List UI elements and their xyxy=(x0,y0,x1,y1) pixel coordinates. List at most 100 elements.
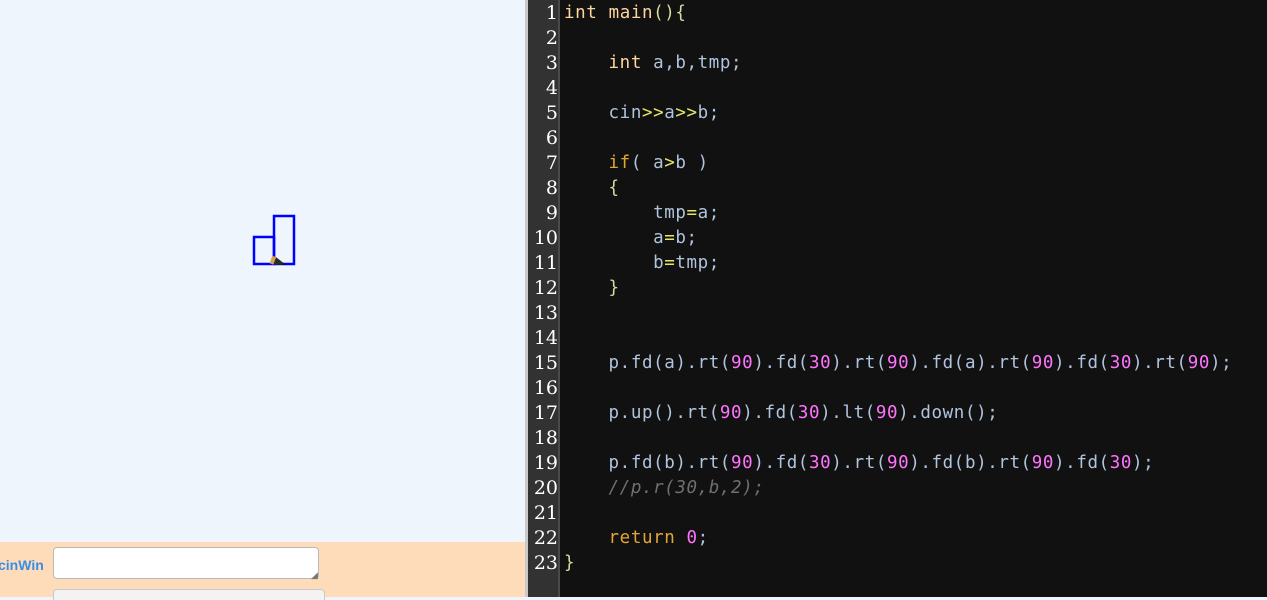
line-number: 11 xyxy=(533,252,558,274)
code-token: ).down(); xyxy=(898,403,999,423)
line-number: 20 xyxy=(533,477,558,499)
code-token: >> xyxy=(641,103,665,123)
code-token: > xyxy=(664,153,676,173)
code-token: ).lt( xyxy=(820,403,876,423)
code-line[interactable]: //p.r(30,b,2); xyxy=(564,476,764,501)
code-token: 90 xyxy=(875,403,899,423)
code-token: 30 xyxy=(797,403,821,423)
code-token: b; xyxy=(675,228,698,248)
code-line[interactable]: if( a>b ) xyxy=(564,151,709,176)
code-line[interactable]: return 0; xyxy=(564,526,709,551)
code-line[interactable]: cin>>a>>b; xyxy=(564,101,720,126)
code-token: 90 xyxy=(731,353,754,373)
code-comment: //p.r(30,b,2); xyxy=(608,478,765,498)
code-token: ).rt( xyxy=(831,353,887,373)
code-token: 90 xyxy=(886,353,910,373)
code-token: ).fd( xyxy=(1054,353,1110,373)
code-token: 90 xyxy=(1031,353,1055,373)
line-number: 2 xyxy=(545,27,558,49)
code-token: int xyxy=(564,3,598,23)
code-token: 30 xyxy=(1109,353,1133,373)
gutter-border xyxy=(558,0,560,597)
code-token: 30 xyxy=(1109,453,1133,473)
code-token: a xyxy=(564,228,665,248)
code-line[interactable]: int main(){ xyxy=(564,1,687,26)
code-token: 30 xyxy=(809,353,832,373)
cin-label: cinWin xyxy=(0,557,44,573)
code-token: 90 xyxy=(719,403,743,423)
cin-input[interactable] xyxy=(53,547,319,579)
code-token: 90 xyxy=(1031,453,1055,473)
code-token: = xyxy=(664,228,676,248)
code-line[interactable]: int a,b,tmp; xyxy=(564,51,742,76)
line-number: 9 xyxy=(545,202,558,224)
line-number: 7 xyxy=(545,152,558,174)
code-token: if xyxy=(608,153,631,173)
line-number: 19 xyxy=(533,452,558,474)
code-token: b; xyxy=(697,103,720,123)
line-number: 18 xyxy=(533,427,558,449)
line-number: 8 xyxy=(545,177,558,199)
code-token: 0 xyxy=(686,528,698,548)
code-token: 90 xyxy=(1187,353,1210,373)
line-number: 22 xyxy=(533,527,558,549)
tall-bar-outline xyxy=(272,214,296,266)
code-line[interactable]: p.up().rt(90).fd(30).lt(90).down(); xyxy=(564,401,998,426)
code-line[interactable]: p.fd(b).rt(90).fd(30).rt(90).fd(b).rt(90… xyxy=(564,451,1154,476)
turtle-drawing xyxy=(252,214,296,266)
line-number: 15 xyxy=(533,352,558,374)
code-token: } xyxy=(608,278,620,298)
line-number: 14 xyxy=(533,327,558,349)
code-token: ); xyxy=(1209,353,1233,373)
code-token: tmp; xyxy=(675,253,720,273)
code-token: ).rt( xyxy=(1132,353,1188,373)
code-token: p.fd(a).rt( xyxy=(564,353,732,373)
line-number: 1 xyxy=(545,2,558,24)
code-editor[interactable]: 1 2 3 4 5 6 7 8 9 10 11 12 13 14 15 16 17 18 19 20 21 22 23 in… xyxy=(528,0,1267,597)
secondary-input[interactable] xyxy=(53,589,325,600)
input-panel: cinWin ◢ xyxy=(0,542,525,600)
code-token: ).rt( xyxy=(831,453,887,473)
pen-icon xyxy=(269,255,286,265)
code-token: a; xyxy=(697,203,720,223)
code-token: tmp xyxy=(564,203,687,223)
code-token: ).fd( xyxy=(753,353,810,373)
code-token: 90 xyxy=(886,453,910,473)
line-number: 13 xyxy=(533,302,558,324)
code-area[interactable]: int main(){ int a,b,tmp; cin>>a>>b; if( … xyxy=(564,0,1267,597)
code-token: ).fd(b).rt( xyxy=(909,453,1032,473)
line-number: 17 xyxy=(533,402,558,424)
code-token: = xyxy=(664,253,676,273)
code-token: main xyxy=(608,3,654,23)
code-token: ; xyxy=(697,528,709,548)
line-number: 23 xyxy=(533,552,558,574)
line-number: 10 xyxy=(533,227,558,249)
code-line[interactable]: } xyxy=(564,276,620,301)
code-token: } xyxy=(564,553,576,573)
line-number: 6 xyxy=(545,127,558,149)
code-line[interactable]: b=tmp; xyxy=(564,251,720,276)
line-number: 12 xyxy=(533,277,558,299)
line-number: 4 xyxy=(545,77,558,99)
code-token: b xyxy=(564,253,665,273)
turtle-canvas xyxy=(0,0,525,542)
code-line[interactable]: { xyxy=(564,176,620,201)
code-line[interactable]: } xyxy=(564,551,575,576)
line-number-gutter: 1 2 3 4 5 6 7 8 9 10 11 12 13 14 15 16 17 18 19 20 21 22 23 xyxy=(528,0,558,597)
code-line[interactable]: a=b; xyxy=(564,226,698,251)
line-number: 3 xyxy=(545,52,558,74)
code-line[interactable]: tmp=a; xyxy=(564,201,720,226)
code-token: >> xyxy=(675,103,698,123)
code-token: = xyxy=(686,203,698,223)
code-line[interactable]: p.fd(a).rt(90).fd(30).rt(90).fd(a).rt(90… xyxy=(564,351,1232,376)
code-token: a xyxy=(664,103,676,123)
code-token: ).fd( xyxy=(1054,453,1110,473)
code-token: ).fd( xyxy=(742,403,798,423)
line-number: 16 xyxy=(533,377,558,399)
